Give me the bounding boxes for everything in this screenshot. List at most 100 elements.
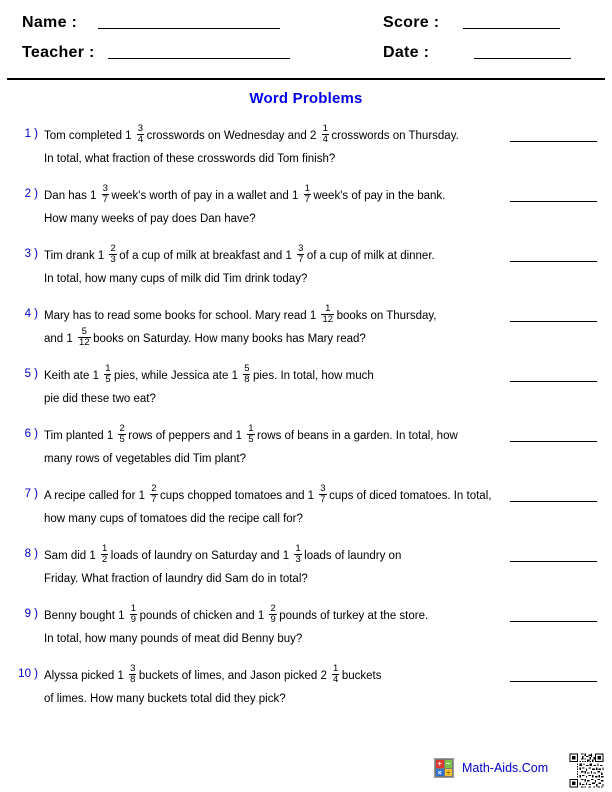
answer-blank[interactable] xyxy=(510,501,597,502)
problem-item: 1 ) Tom completed 1 3 4 crosswords on Wedne… xyxy=(0,123,612,185)
problem-item: 9 ) Benny bought 1 1 9 pounds of chicken an… xyxy=(0,603,612,665)
text-run: loads of laundry on xyxy=(304,550,402,562)
problem-text-line: Tim drank 1 2 3 of a cup of milk at breakf… xyxy=(44,243,496,268)
fraction-numerator: 1 xyxy=(322,123,328,135)
problem-text-line: Benny bought 1 1 9 pounds of chicken and 1… xyxy=(44,603,496,628)
problem-text-line: Friday. What fraction of laundry did Sam… xyxy=(44,568,496,591)
fraction-denominator: 8 xyxy=(129,673,137,685)
fraction-numerator: 2 xyxy=(270,603,276,615)
problem-number: 8 ) xyxy=(24,548,38,560)
text-run: A recipe called for 1 xyxy=(44,490,149,502)
text-run: pie did these two eat? xyxy=(44,393,156,405)
fraction-denominator: 7 xyxy=(303,193,311,205)
problem-text-line: In total, what fraction of these crosswo… xyxy=(44,148,496,171)
problem-number: 4 ) xyxy=(24,308,38,320)
text-run: Tom completed 1 xyxy=(44,130,135,142)
answer-blank[interactable] xyxy=(510,141,597,142)
text-run: rows of peppers and 1 xyxy=(128,430,246,442)
fraction-numerator: 2 xyxy=(119,423,125,435)
fraction: 5 12 xyxy=(77,326,91,348)
fraction-denominator: 3 xyxy=(109,253,117,265)
problem-text: Tim drank 1 2 3 of a cup of milk at breakf… xyxy=(44,243,496,291)
problem-number: 5 ) xyxy=(24,368,38,380)
answer-blank[interactable] xyxy=(510,321,597,322)
problem-text-line: Tom completed 1 3 4 crosswords on Wednesda… xyxy=(44,123,496,148)
problem-number: 10 ) xyxy=(18,668,38,680)
teacher-label: Teacher : xyxy=(22,44,95,61)
fraction-numerator: 3 xyxy=(102,183,108,195)
problem-item: 6 ) Tim planted 1 2 5 rows of peppers and 1… xyxy=(0,423,612,485)
text-run: How many weeks of pay does Dan have? xyxy=(44,213,256,225)
fraction: 27 xyxy=(150,484,158,505)
answer-blank[interactable] xyxy=(510,441,597,442)
answer-blank[interactable] xyxy=(510,621,597,622)
date-input-blank[interactable] xyxy=(474,58,572,59)
problem-text-line: Sam did 1 1 2 loads of laundry on Saturday… xyxy=(44,544,496,568)
fraction: 58 xyxy=(243,364,251,385)
fraction-denominator: 5 xyxy=(118,433,126,445)
fraction-numerator: 5 xyxy=(81,326,87,338)
fraction: 13 xyxy=(294,544,302,565)
worksheet-footer: + − × ÷ Math-Aids.Com xyxy=(0,752,612,792)
text-run: crosswords on Thursday. xyxy=(331,130,459,142)
problem-text-line: A recipe called for 1 2 7 cups chopped tom… xyxy=(44,484,496,508)
answer-blank[interactable] xyxy=(510,681,597,682)
text-run: of limes. How many buckets total did the… xyxy=(44,693,286,705)
fraction-denominator: 8 xyxy=(243,373,251,385)
problem-text-line: Mary has to read some books for school. … xyxy=(44,304,496,328)
fraction-numerator: 3 xyxy=(298,243,304,255)
fraction: 15 xyxy=(104,364,112,385)
text-run: many rows of vegetables did Tim plant? xyxy=(44,453,246,465)
problem-item: 3 ) Tim drank 1 2 3 of a cup of milk at bre… xyxy=(0,243,612,305)
answer-blank[interactable] xyxy=(510,261,597,262)
score-input-blank[interactable] xyxy=(463,28,561,29)
brand-name-label: Math-Aids.Com xyxy=(462,761,549,775)
problem-text-line: how many cups of tomatoes did the recipe… xyxy=(44,508,496,531)
answer-blank[interactable] xyxy=(510,381,597,382)
fraction-denominator: 3 xyxy=(294,553,302,565)
problem-text-line: In total, how many pounds of meat did Be… xyxy=(44,628,496,651)
fraction: 25 xyxy=(118,423,126,445)
problem-text: A recipe called for 1 2 7 cups chopped tom… xyxy=(44,484,496,531)
brand-link[interactable]: + − × ÷ Math-Aids.Com xyxy=(434,758,548,778)
fraction-numerator: 2 xyxy=(110,243,116,255)
text-run: Benny bought 1 xyxy=(44,610,128,622)
text-run: of a cup of milk at dinner. xyxy=(306,250,435,262)
fraction: 17 xyxy=(303,184,311,205)
date-label: Date : xyxy=(383,44,430,61)
fraction: 19 xyxy=(129,603,138,625)
problem-number: 9 ) xyxy=(24,608,38,620)
text-run: Sam did 1 xyxy=(44,550,99,562)
problem-text-line: Alyssa picked 1 3 8 buckets of limes, and … xyxy=(44,664,496,688)
fraction-numerator: 3 xyxy=(137,123,144,135)
fraction-denominator: 4 xyxy=(332,673,340,685)
score-row: Score : xyxy=(383,14,561,32)
fraction-denominator: 12 xyxy=(321,313,335,325)
problem-list: 1 ) Tom completed 1 3 4 crosswords on Wedne… xyxy=(0,123,612,725)
text-run: Tim planted 1 xyxy=(44,430,117,442)
problem-text: Benny bought 1 1 9 pounds of chicken and 1… xyxy=(44,603,496,651)
problem-text: Mary has to read some books for school. … xyxy=(44,304,496,351)
teacher-input-blank[interactable] xyxy=(107,58,290,59)
answer-blank[interactable] xyxy=(510,561,597,562)
divide-icon: ÷ xyxy=(444,767,452,777)
text-run: Tim drank 1 xyxy=(44,250,108,262)
teacher-row: Teacher : xyxy=(22,44,290,62)
problem-text-line: In total, how many cups of milk did Tim … xyxy=(44,268,496,291)
fraction-numerator: 1 xyxy=(130,603,137,615)
text-run: pounds of chicken and 1 xyxy=(139,610,268,622)
text-run: In total, how many cups of milk did Tim … xyxy=(44,273,308,285)
text-run: week's worth of pay in a wallet and 1 xyxy=(111,190,302,202)
problem-text-line: pie did these two eat? xyxy=(44,388,496,411)
text-run: Alyssa picked 1 xyxy=(44,670,128,682)
name-input-blank[interactable] xyxy=(98,28,281,29)
problem-text: Sam did 1 1 2 loads of laundry on Saturday… xyxy=(44,544,496,591)
answer-blank[interactable] xyxy=(510,201,597,202)
worksheet-header: Name : Teacher : Score : Date : xyxy=(0,0,612,78)
plus-icon: + xyxy=(436,759,444,768)
header-divider xyxy=(7,78,605,80)
fraction: 14 xyxy=(321,123,329,145)
problem-number: 7 ) xyxy=(24,488,38,500)
math-operations-icon: + − × ÷ xyxy=(434,758,454,778)
text-run: week's of pay in the bank. xyxy=(313,190,446,202)
